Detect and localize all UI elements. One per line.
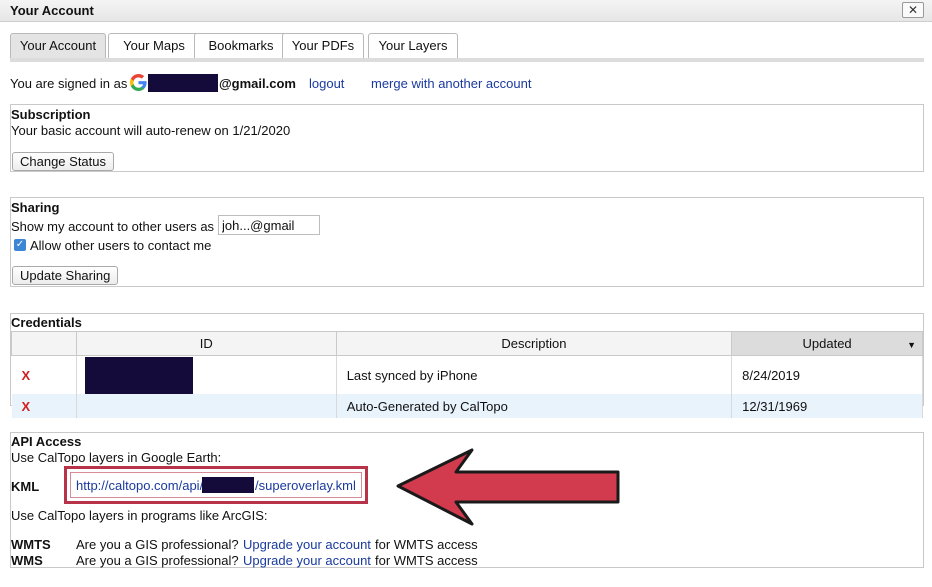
- sharing-panel: Sharing Show my account to other users a…: [10, 197, 924, 287]
- email-domain: @gmail.com: [219, 76, 296, 91]
- redacted-kml-key: [202, 477, 254, 493]
- credentials-table: ID Description Updated ▼ X Last synced b…: [11, 331, 923, 418]
- kml-label: KML: [11, 479, 40, 494]
- delete-credential-button[interactable]: X: [11, 394, 77, 418]
- wmts-tail: for WMTS access: [375, 537, 478, 552]
- update-sharing-button[interactable]: Update Sharing: [12, 266, 119, 285]
- google-earth-label: Use CalTopo layers in Google Earth:: [11, 450, 222, 465]
- arrow-annotation-icon: [396, 448, 620, 526]
- tab-your-account[interactable]: Your Account: [10, 33, 106, 59]
- column-header-delete: [11, 331, 77, 356]
- column-header-updated-label: Updated: [802, 336, 852, 351]
- display-name-input[interactable]: [218, 215, 320, 235]
- wms-question: Are you a GIS professional?: [76, 553, 239, 568]
- column-header-id[interactable]: ID: [75, 331, 337, 356]
- wmts-upgrade-link[interactable]: Upgrade your account: [243, 537, 371, 552]
- wms-tail: for WMTS access: [375, 553, 478, 568]
- subscription-panel: Subscription Your basic account will aut…: [10, 104, 924, 172]
- table-header-row: ID Description Updated ▼: [11, 331, 923, 356]
- kml-url-link-prefix[interactable]: http://caltopo.com/api/: [76, 478, 203, 493]
- logout-link[interactable]: logout: [309, 76, 344, 91]
- allow-contact-checkbox[interactable]: ✓: [14, 239, 26, 251]
- arcgis-label: Use CalTopo layers in programs like ArcG…: [11, 508, 268, 523]
- google-logo-icon: [130, 74, 147, 91]
- sort-caret-icon: ▼: [907, 340, 916, 350]
- allow-contact-label: Allow other users to contact me: [30, 238, 212, 253]
- close-button[interactable]: ✕: [902, 2, 924, 18]
- wmts-label: WMTS: [11, 537, 51, 552]
- tab-your-maps[interactable]: Your Maps: [108, 33, 200, 59]
- merge-account-link[interactable]: merge with another account: [371, 76, 531, 91]
- credential-updated-cell: 12/31/1969: [731, 394, 923, 418]
- credential-updated-cell: 8/24/2019: [731, 355, 923, 394]
- wms-upgrade-link[interactable]: Upgrade your account: [243, 553, 371, 568]
- sharing-title: Sharing: [11, 200, 60, 215]
- window-titlebar: Your Account ✕: [0, 0, 932, 22]
- column-header-description[interactable]: Description: [335, 331, 733, 356]
- credential-id-cell: [76, 394, 337, 418]
- signed-in-label: You are signed in as: [10, 76, 128, 91]
- tab-bookmarks[interactable]: Bookmarks: [194, 33, 288, 59]
- credential-id-cell: [76, 355, 337, 394]
- change-status-button[interactable]: Change Status: [12, 152, 115, 171]
- redacted-email: [148, 74, 218, 92]
- delete-icon: X: [21, 398, 31, 414]
- delete-credential-button[interactable]: X: [11, 355, 77, 394]
- delete-icon: X: [21, 367, 31, 383]
- subscription-text: Your basic account will auto-renew on 1/…: [11, 123, 291, 138]
- checkbox-checked-icon: ✓: [15, 239, 25, 250]
- redacted-credential-id: [84, 357, 193, 394]
- close-icon: ✕: [907, 3, 919, 17]
- wms-label: WMS: [11, 553, 43, 568]
- credentials-title: Credentials: [11, 315, 82, 330]
- credential-description-cell: Last synced by iPhone: [336, 355, 733, 394]
- wmts-question: Are you a GIS professional?: [76, 537, 239, 552]
- show-account-label: Show my account to other users as: [11, 219, 215, 234]
- table-row: X Last synced by iPhone 8/24/2019: [11, 355, 923, 394]
- column-header-updated[interactable]: Updated ▼: [731, 331, 923, 356]
- api-access-title: API Access: [11, 434, 82, 449]
- window-title: Your Account: [10, 3, 94, 18]
- table-row: X Auto-Generated by CalTopo 12/31/1969: [11, 394, 923, 418]
- subscription-title: Subscription: [11, 107, 91, 122]
- tab-underline: [10, 58, 924, 62]
- tab-your-layers[interactable]: Your Layers: [368, 33, 458, 59]
- tab-your-pdfs[interactable]: Your PDFs: [282, 33, 364, 59]
- credential-description-cell: Auto-Generated by CalTopo: [336, 394, 733, 418]
- kml-url-link-suffix[interactable]: /superoverlay.kml: [255, 478, 356, 493]
